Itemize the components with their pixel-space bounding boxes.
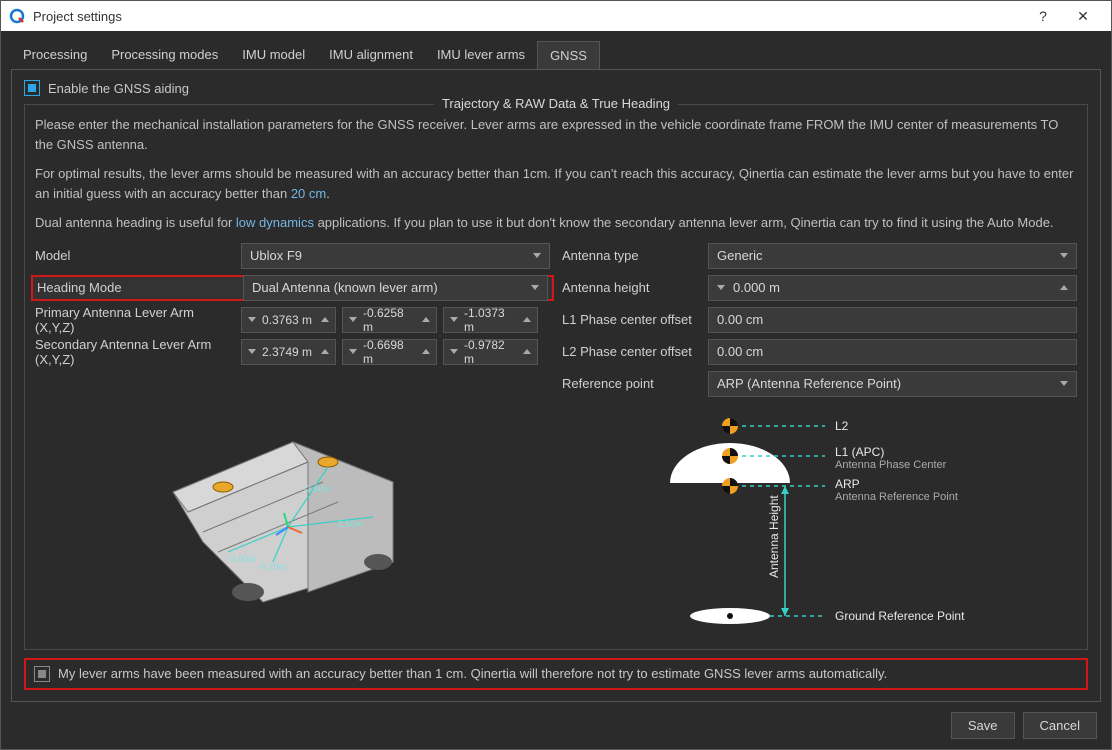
desc-1: Please enter the mechanical installation… <box>35 115 1077 154</box>
svg-text:2.50m: 2.50m <box>338 519 363 529</box>
l2-offset-row: L2 Phase center offset 0.00 cm <box>562 339 1077 365</box>
l1-offset-row: L1 Phase center offset 0.00 cm <box>562 307 1077 333</box>
chevron-up-icon <box>422 349 430 354</box>
l2-offset-input[interactable]: 0.00 cm <box>708 339 1077 365</box>
secondary-x[interactable]: 2.3749 m <box>241 339 336 365</box>
chevron-up-icon <box>422 317 430 322</box>
antenna-type-label: Antenna type <box>562 248 702 263</box>
secondary-y[interactable]: -0.6698 m <box>342 339 437 365</box>
group-legend: Trajectory & RAW Data & True Heading <box>434 96 678 111</box>
model-row: Model Ublox F9 <box>35 243 550 269</box>
app-icon <box>9 8 25 24</box>
primary-row: Primary Antenna Lever Arm (X,Y,Z) 0.3763… <box>35 307 550 333</box>
heading-mode-row: Heading Mode Dual Antenna (known lever a… <box>31 275 554 301</box>
svg-text:-0.70m: -0.70m <box>258 562 286 572</box>
tab-processing-modes[interactable]: Processing modes <box>99 41 230 69</box>
tab-imu-lever-arms[interactable]: IMU lever arms <box>425 41 537 69</box>
svg-text:L1 (APC): L1 (APC) <box>835 445 884 459</box>
gnss-panel: Enable the GNSS aiding Trajectory & RAW … <box>11 69 1101 702</box>
chevron-down-icon <box>349 349 357 354</box>
svg-text:Antenna Height: Antenna Height <box>767 494 781 577</box>
svg-text:ARP: ARP <box>835 477 860 491</box>
tab-imu-alignment[interactable]: IMU alignment <box>317 41 425 69</box>
tab-imu-model[interactable]: IMU model <box>230 41 317 69</box>
chevron-up-icon <box>1060 285 1068 290</box>
button-row: Save Cancel <box>11 702 1101 749</box>
enable-gnss-label: Enable the GNSS aiding <box>48 81 189 96</box>
reference-point-row: Reference point ARP (Antenna Reference P… <box>562 371 1077 397</box>
chevron-down-icon <box>450 349 458 354</box>
antenna-height-input[interactable]: 0.000 m <box>708 275 1077 301</box>
primary-y[interactable]: -0.6258 m <box>342 307 437 333</box>
tab-gnss[interactable]: GNSS <box>537 41 600 69</box>
l1-offset-label: L1 Phase center offset <box>562 312 702 327</box>
desc-3: Dual antenna heading is useful for low d… <box>35 213 1077 233</box>
columns: Model Ublox F9 Heading Mode Dual Antenna… <box>35 243 1077 643</box>
chevron-down-icon <box>248 317 256 322</box>
antenna-height-row: Antenna height 0.000 m <box>562 275 1077 301</box>
model-label: Model <box>35 248 235 263</box>
antenna-height-label: Antenna height <box>562 280 702 295</box>
svg-text:Antenna Phase Center: Antenna Phase Center <box>835 459 947 471</box>
reference-point-select[interactable]: ARP (Antenna Reference Point) <box>708 371 1077 397</box>
chevron-down-icon <box>450 317 458 322</box>
antenna-type-row: Antenna type Generic <box>562 243 1077 269</box>
enable-gnss-checkbox[interactable] <box>24 80 40 96</box>
chevron-up-icon <box>523 349 531 354</box>
chevron-down-icon <box>533 253 541 258</box>
chevron-down-icon <box>1060 381 1068 386</box>
primary-z[interactable]: -1.0373 m <box>443 307 538 333</box>
svg-text:Antenna Reference Point: Antenna Reference Point <box>835 491 958 503</box>
model-select[interactable]: Ublox F9 <box>241 243 550 269</box>
save-button[interactable]: Save <box>951 712 1015 739</box>
right-column: Antenna type Generic Antenna height 0.00… <box>562 243 1077 643</box>
cancel-button[interactable]: Cancel <box>1023 712 1097 739</box>
tabs: Processing Processing modes IMU model IM… <box>11 41 1101 69</box>
accuracy-label: My lever arms have been measured with an… <box>58 666 887 681</box>
primary-x[interactable]: 0.3763 m <box>241 307 336 333</box>
chevron-up-icon <box>321 349 329 354</box>
svg-text:L2: L2 <box>835 419 849 433</box>
titlebar: Project settings ? ✕ <box>1 1 1111 31</box>
l2-offset-label: L2 Phase center offset <box>562 344 702 359</box>
heading-mode-label: Heading Mode <box>37 280 237 295</box>
secondary-label: Secondary Antenna Lever Arm (X,Y,Z) <box>35 337 235 367</box>
chevron-down-icon <box>248 349 256 354</box>
chevron-down-icon <box>531 285 539 290</box>
chevron-down-icon <box>717 285 725 290</box>
desc-2: For optimal results, the lever arms shou… <box>35 164 1077 203</box>
chevron-down-icon <box>349 317 357 322</box>
accuracy-checkbox[interactable] <box>34 666 50 682</box>
accuracy-row: My lever arms have been measured with an… <box>24 658 1088 690</box>
reference-point-label: Reference point <box>562 376 702 391</box>
window-title: Project settings <box>33 9 1023 24</box>
svg-text:Ground Reference Point: Ground Reference Point <box>835 609 965 623</box>
svg-text:-2.00m: -2.00m <box>228 554 256 564</box>
dialog-window: Project settings ? ✕ Processing Processi… <box>0 0 1112 750</box>
secondary-z[interactable]: -0.9782 m <box>443 339 538 365</box>
antenna-diagram: Antenna Height L2 L1 (APC) Antenna Phase… <box>562 403 1077 643</box>
chevron-up-icon <box>321 317 329 322</box>
chevron-up-icon <box>523 317 531 322</box>
dialog-body: Processing Processing modes IMU model IM… <box>1 31 1111 749</box>
primary-label: Primary Antenna Lever Arm (X,Y,Z) <box>35 305 235 335</box>
svg-text:-2.00m: -2.00m <box>303 484 331 494</box>
enable-gnss-row: Enable the GNSS aiding <box>24 80 1088 96</box>
left-column: Model Ublox F9 Heading Mode Dual Antenna… <box>35 243 550 643</box>
help-button[interactable]: ? <box>1023 8 1063 24</box>
tab-processing[interactable]: Processing <box>11 41 99 69</box>
secondary-row: Secondary Antenna Lever Arm (X,Y,Z) 2.37… <box>35 339 550 365</box>
vehicle-illustration: -2.00m 2.50m -2.00m -0.70m <box>35 371 550 643</box>
antenna-type-select[interactable]: Generic <box>708 243 1077 269</box>
trajectory-group: Trajectory & RAW Data & True Heading Ple… <box>24 104 1088 650</box>
close-button[interactable]: ✕ <box>1063 8 1103 25</box>
chevron-down-icon <box>1060 253 1068 258</box>
heading-mode-select[interactable]: Dual Antenna (known lever arm) <box>243 275 548 301</box>
l1-offset-input[interactable]: 0.00 cm <box>708 307 1077 333</box>
